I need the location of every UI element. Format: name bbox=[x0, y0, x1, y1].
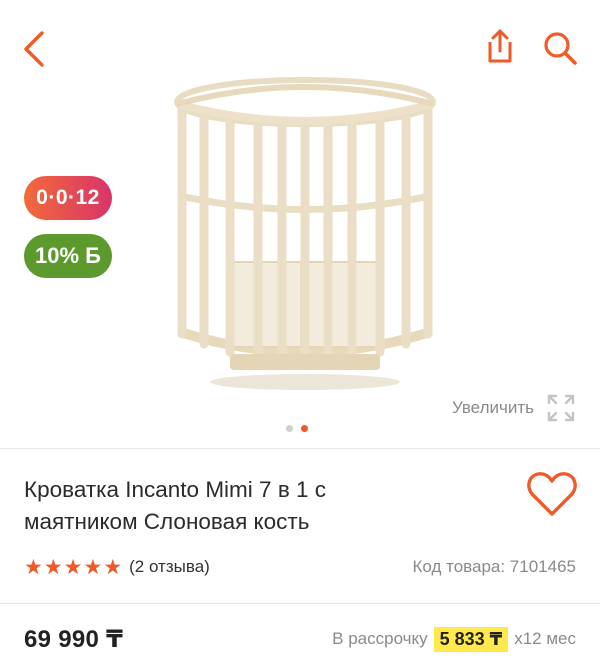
bonus-badge: 10% Б bbox=[24, 234, 112, 278]
bonus-badge-label: 10% Б bbox=[35, 243, 101, 268]
rating-stars[interactable]: ★ ★ ★ ★ ★ bbox=[24, 557, 122, 578]
zoom-label: Увеличить bbox=[452, 398, 534, 417]
installment-badge: 0·0·12 bbox=[24, 176, 112, 220]
star-icon: ★ bbox=[83, 555, 103, 579]
product-title-line: Кроватка Incanto Mimi 7 в 1 с bbox=[24, 477, 327, 502]
star-icon: ★ bbox=[43, 555, 63, 579]
installment-info[interactable]: В рассрочку 5 833 ₸ x12 мес bbox=[332, 626, 576, 652]
installment-term: x12 мес bbox=[514, 629, 576, 648]
installment-prefix: В рассрочку bbox=[332, 629, 428, 648]
product-title: Кроватка Incanto Mimi 7 в 1 с маятником … bbox=[24, 474, 464, 538]
product-gallery[interactable]: 0·0·12 10% Б Увеличить bbox=[0, 0, 600, 450]
product-code: Код товара: 7101465 bbox=[412, 557, 576, 576]
installment-amount: 5 833 ₸ bbox=[433, 626, 509, 652]
pagination-dot-active[interactable] bbox=[301, 425, 308, 432]
favorite-button[interactable] bbox=[526, 470, 578, 518]
product-image[interactable] bbox=[160, 72, 450, 392]
heart-outline-icon bbox=[527, 472, 577, 516]
product-title-line: маятником Слоновая кость bbox=[24, 509, 310, 534]
divider bbox=[0, 603, 600, 604]
pagination-dot[interactable] bbox=[286, 425, 293, 432]
expand-icon bbox=[547, 394, 575, 422]
rating-row: ★ ★ ★ ★ ★ (2 отзыва) Код товара: 7101465 bbox=[24, 554, 576, 580]
product-price: 69 990 ₸ bbox=[24, 625, 124, 653]
star-icon: ★ bbox=[24, 555, 43, 579]
divider bbox=[0, 448, 600, 449]
reviews-link[interactable]: (2 отзыва) bbox=[129, 557, 210, 577]
gallery-pagination bbox=[286, 425, 308, 432]
installment-badge-label: 0·0·12 bbox=[36, 186, 100, 209]
zoom-control[interactable]: Увеличить bbox=[452, 394, 576, 422]
price-row: 69 990 ₸ В рассрочку 5 833 ₸ x12 мес bbox=[24, 622, 576, 656]
star-icon: ★ bbox=[63, 555, 83, 579]
star-icon: ★ bbox=[103, 555, 123, 579]
